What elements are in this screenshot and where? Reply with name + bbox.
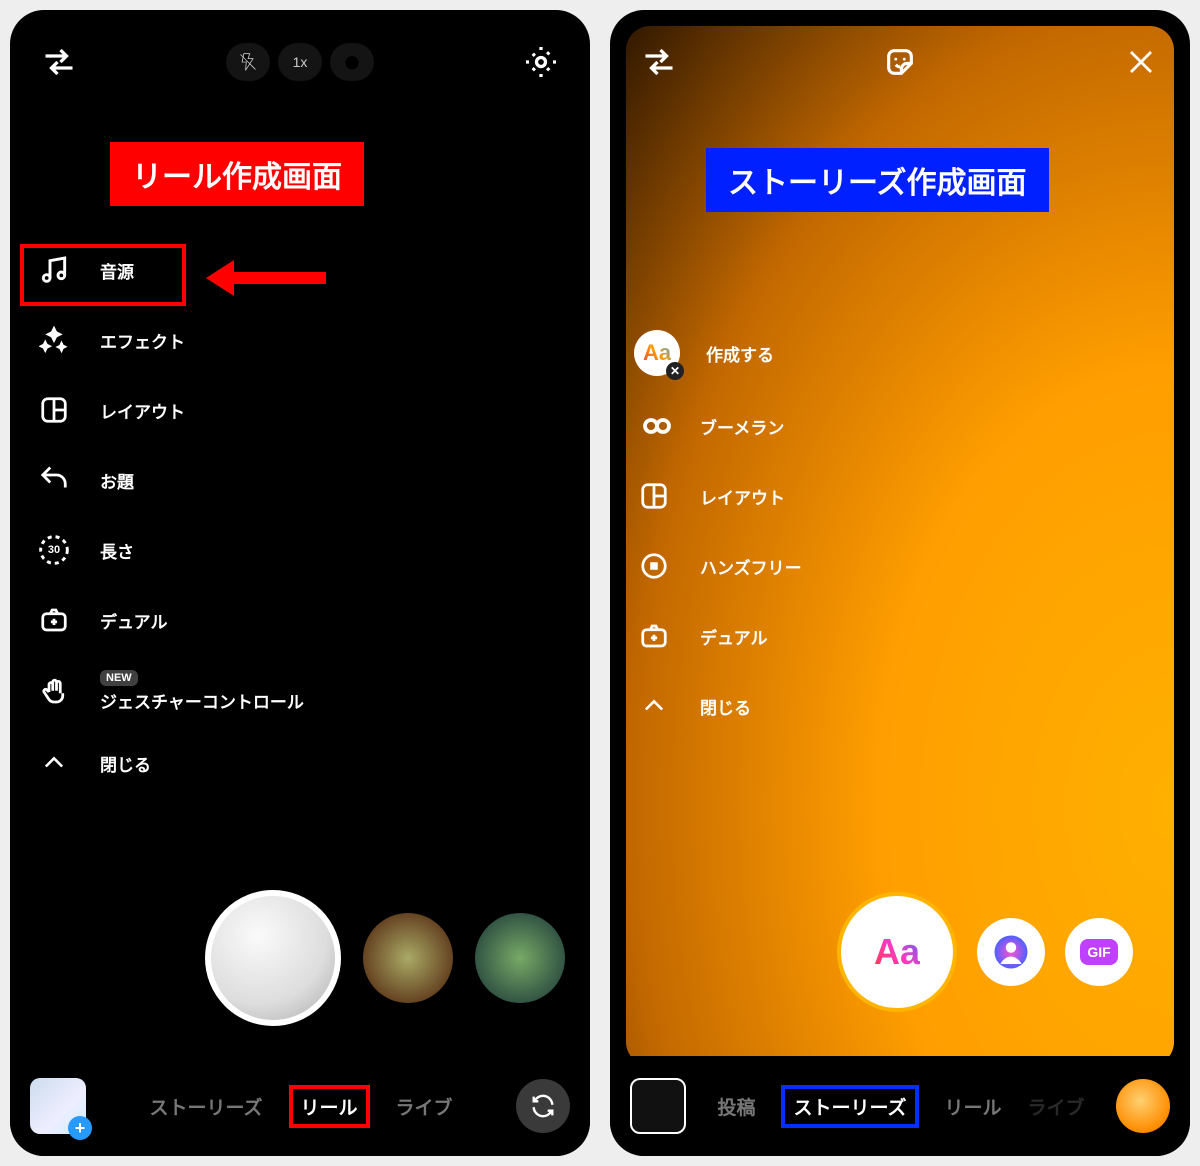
option-dual[interactable]: デュアル bbox=[634, 616, 802, 656]
sticker-icon[interactable] bbox=[879, 41, 921, 83]
swap-arrows-icon[interactable] bbox=[638, 41, 680, 83]
option-label: エフェクト bbox=[100, 328, 185, 353]
chevron-up-icon bbox=[634, 686, 674, 726]
gallery-thumbnail[interactable]: + bbox=[30, 1078, 86, 1134]
tab-live[interactable]: ライブ bbox=[1028, 1093, 1085, 1120]
option-label: ハンズフリー bbox=[700, 554, 802, 579]
camera-swap-button[interactable] bbox=[516, 1079, 570, 1133]
option-label: お題 bbox=[100, 468, 134, 493]
option-effect[interactable]: エフェクト bbox=[34, 320, 304, 360]
hand-icon bbox=[34, 672, 74, 712]
reel-options: 音源 エフェクト レイアウト お題 30 長さ デュアル bbox=[34, 250, 304, 783]
timer-icon[interactable] bbox=[330, 43, 374, 81]
option-length[interactable]: 30 長さ bbox=[34, 530, 304, 570]
annotation-stories: ストーリーズ作成画面 bbox=[706, 148, 1049, 212]
option-text-col: NEW ジェスチャーコントロール bbox=[100, 670, 304, 713]
option-label: 閉じる bbox=[100, 751, 151, 776]
tab-live[interactable]: ライブ bbox=[396, 1093, 453, 1120]
camera-plus-icon bbox=[634, 616, 674, 656]
option-close[interactable]: 閉じる bbox=[34, 743, 304, 783]
option-layout[interactable]: レイアウト bbox=[34, 390, 304, 430]
tab-stories[interactable]: ストーリーズ bbox=[781, 1085, 918, 1128]
shutter-button[interactable] bbox=[205, 890, 341, 1026]
stories-options: Aa ✕ 作成する ブーメラン レイアウト ハンズフリー デュアル 閉じる bbox=[634, 330, 802, 726]
flash-off-icon[interactable] bbox=[226, 43, 270, 81]
option-boomerang[interactable]: ブーメラン bbox=[634, 406, 802, 446]
option-label: デュアル bbox=[700, 624, 768, 649]
tab-stories[interactable]: ストーリーズ bbox=[149, 1093, 262, 1120]
tab-reel[interactable]: リール bbox=[289, 1085, 370, 1128]
mode-tabs: 投稿 ストーリーズ リール ライブ bbox=[706, 1085, 1096, 1128]
option-close[interactable]: 閉じる bbox=[634, 686, 802, 726]
effect-preview-2[interactable] bbox=[475, 913, 565, 1003]
duration-icon: 30 bbox=[34, 530, 74, 570]
option-label: レイアウト bbox=[100, 398, 185, 423]
effect-preview-1[interactable] bbox=[363, 913, 453, 1003]
option-label: 作成する bbox=[706, 341, 774, 366]
plus-badge-icon: + bbox=[68, 1116, 92, 1140]
effect-main-aa[interactable]: Aa bbox=[837, 892, 957, 1012]
bottom-bar: 投稿 ストーリーズ リール ライブ bbox=[610, 1056, 1190, 1156]
reel-create-screen: 1x リール作成画面 音源 エフェクト レイアウト お題 bbox=[10, 10, 590, 1156]
option-label: 長さ bbox=[100, 538, 134, 563]
layout-icon bbox=[634, 476, 674, 516]
settings-icon[interactable] bbox=[520, 41, 562, 83]
tab-reel[interactable]: リール bbox=[945, 1093, 1002, 1120]
sparkle-icon bbox=[34, 320, 74, 360]
mode-tabs: ストーリーズ リール ライブ bbox=[106, 1085, 496, 1128]
top-bar bbox=[610, 32, 1190, 92]
shutter-row bbox=[10, 890, 590, 1026]
new-badge: NEW bbox=[100, 670, 138, 686]
bottom-bar: + ストーリーズ リール ライブ bbox=[10, 1056, 590, 1156]
swap-arrows-icon[interactable] bbox=[38, 41, 80, 83]
option-dual[interactable]: デュアル bbox=[34, 600, 304, 640]
chevron-up-icon bbox=[34, 743, 74, 783]
option-create[interactable]: Aa ✕ 作成する bbox=[634, 330, 802, 376]
top-center-controls: 1x bbox=[226, 43, 374, 81]
create-aa-icon: Aa ✕ bbox=[634, 330, 680, 376]
zoom-level[interactable]: 1x bbox=[278, 43, 322, 81]
gradient-preview[interactable] bbox=[1116, 1079, 1170, 1133]
stories-create-screen: ストーリーズ作成画面 Aa ✕ 作成する ブーメラン レイアウト ハンズフリー … bbox=[610, 10, 1190, 1156]
infinity-icon bbox=[634, 406, 674, 446]
annotation-reel: リール作成画面 bbox=[110, 142, 364, 206]
effect-avatar[interactable] bbox=[977, 918, 1045, 986]
close-icon[interactable] bbox=[1120, 41, 1162, 83]
gallery-thumbnail[interactable] bbox=[630, 1078, 686, 1134]
arrow-annotation bbox=[206, 260, 326, 296]
effect-row: Aa GIF bbox=[610, 892, 1190, 1012]
camera-plus-icon bbox=[34, 600, 74, 640]
highlight-red-box bbox=[20, 244, 186, 306]
reply-icon bbox=[34, 460, 74, 500]
option-handsfree[interactable]: ハンズフリー bbox=[634, 546, 802, 586]
layout-icon bbox=[34, 390, 74, 430]
option-gesture[interactable]: NEW ジェスチャーコントロール bbox=[34, 670, 304, 713]
tab-post[interactable]: 投稿 bbox=[717, 1093, 755, 1120]
effect-gif[interactable]: GIF bbox=[1065, 918, 1133, 986]
option-label: ジェスチャーコントロール bbox=[100, 688, 304, 713]
option-topic[interactable]: お題 bbox=[34, 460, 304, 500]
option-label: デュアル bbox=[100, 608, 168, 633]
option-label: ブーメラン bbox=[700, 414, 784, 439]
record-icon bbox=[634, 546, 674, 586]
option-layout[interactable]: レイアウト bbox=[634, 476, 802, 516]
remove-x-icon: ✕ bbox=[666, 362, 684, 380]
top-bar: 1x bbox=[10, 32, 590, 92]
option-label: 閉じる bbox=[700, 694, 751, 719]
option-label: レイアウト bbox=[700, 484, 785, 509]
